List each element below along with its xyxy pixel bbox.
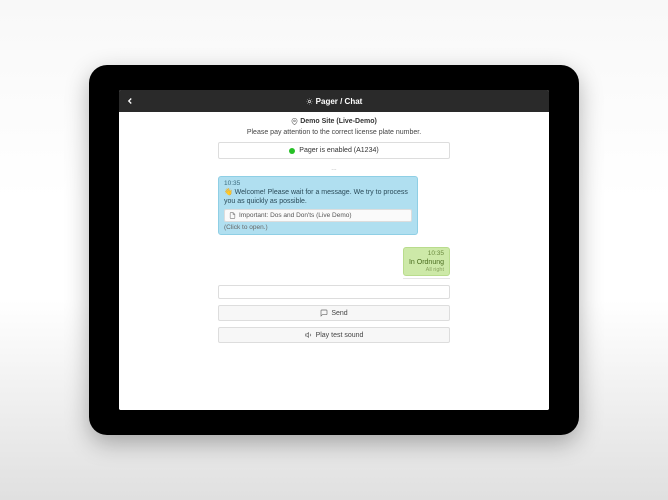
chat-message-incoming: 10:35 👋 Welcome! Please wait for a messa… — [218, 176, 418, 235]
pager-status-row: Pager is enabled (A1234) — [219, 143, 449, 158]
location-icon — [291, 118, 298, 125]
chat-message-outgoing: 10:35 In Ordnung All right — [403, 247, 450, 279]
site-label: Demo Site (Live-Demo) — [291, 118, 377, 125]
chat-truncated-indicator: ... — [218, 165, 450, 172]
play-sound-label: Play test sound — [316, 332, 364, 339]
message-bubble: 10:35 In Ordnung All right — [403, 247, 450, 276]
chevron-left-icon — [125, 96, 135, 106]
attachment-label: Important: Dos and Don'ts (Live Demo) — [239, 212, 352, 219]
message-input[interactable] — [218, 285, 450, 299]
send-button[interactable]: Send — [218, 305, 450, 321]
status-dot-icon — [289, 148, 295, 154]
back-button[interactable] — [125, 96, 135, 106]
chat-icon — [320, 309, 328, 317]
document-icon — [229, 212, 236, 219]
content-area: Demo Site (Live-Demo) Please pay attenti… — [119, 112, 549, 410]
pager-status-text: Pager is enabled (A1234) — [299, 147, 378, 154]
header-title-text: Pager / Chat — [316, 97, 363, 106]
app-screen: Pager / Chat Demo Site (Live-Demo) Pleas… — [119, 90, 549, 410]
message-text: 👋 Welcome! Please wait for a message. We… — [224, 188, 412, 206]
pager-status-panel: Pager is enabled (A1234) — [218, 142, 450, 159]
notice-text: Please pay attention to the correct lice… — [247, 129, 421, 136]
play-sound-button[interactable]: Play test sound — [218, 327, 450, 343]
sound-icon — [305, 331, 313, 339]
message-translation: All right — [409, 267, 444, 273]
chat-area: ... 10:35 👋 Welcome! Please wait for a m… — [218, 165, 450, 279]
message-bubble: 10:35 👋 Welcome! Please wait for a messa… — [218, 176, 418, 235]
expand-attachment[interactable]: (Click to open.) — [224, 224, 412, 231]
message-time: 10:35 — [224, 180, 412, 187]
message-divider — [403, 278, 450, 279]
send-button-label: Send — [331, 310, 347, 317]
message-time: 10:35 — [409, 250, 444, 257]
header-title: Pager / Chat — [306, 97, 363, 106]
tablet-frame: Pager / Chat Demo Site (Live-Demo) Pleas… — [89, 65, 579, 435]
app-header: Pager / Chat — [119, 90, 549, 112]
message-attachment[interactable]: Important: Dos and Don'ts (Live Demo) — [224, 209, 412, 222]
sun-icon — [306, 98, 313, 105]
message-text: In Ordnung — [409, 258, 444, 267]
site-label-text: Demo Site (Live-Demo) — [300, 118, 377, 125]
